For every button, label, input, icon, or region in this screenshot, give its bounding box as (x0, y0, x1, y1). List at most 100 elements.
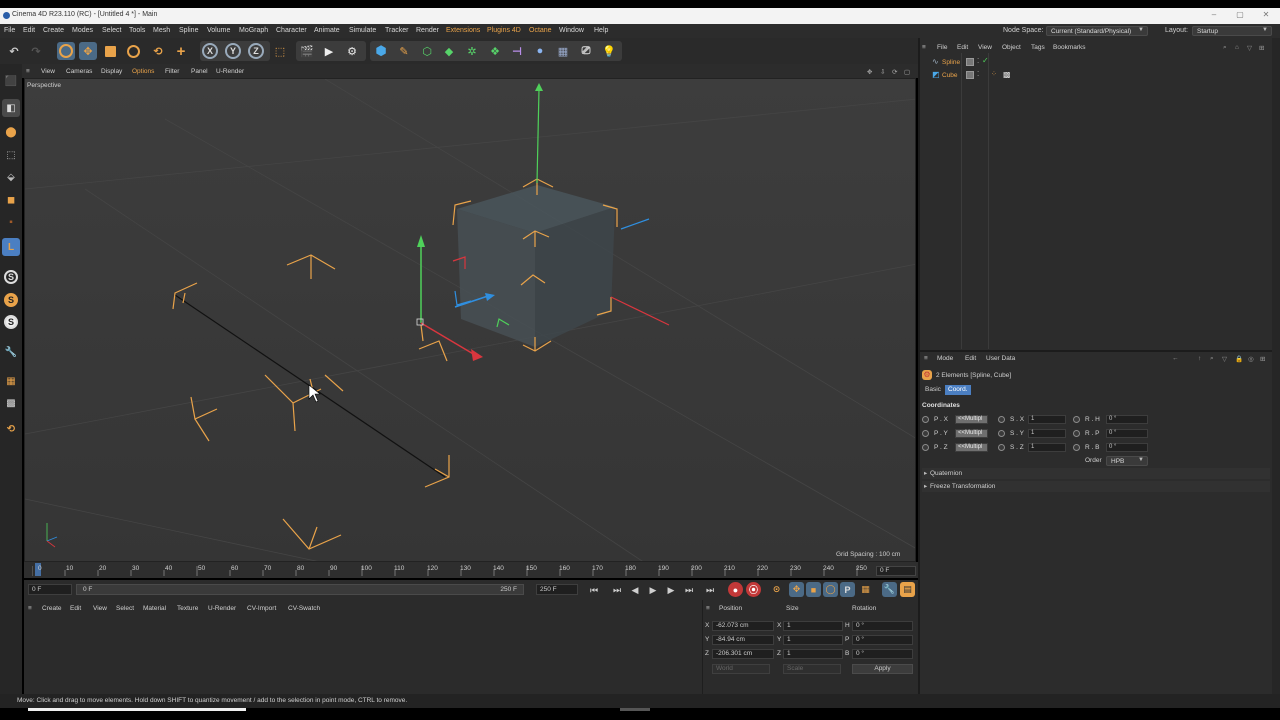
field-icon[interactable]: ● (531, 42, 549, 60)
hamburger-icon[interactable]: ≡ (26, 68, 30, 75)
menu-tools[interactable]: Tools (129, 27, 145, 34)
menu-simulate[interactable]: Simulate (349, 27, 376, 34)
next-key-icon[interactable]: ⏭ (682, 583, 696, 597)
object-menu-view[interactable]: View (978, 44, 992, 51)
record-active-objects-icon[interactable]: ● (728, 582, 743, 597)
tab-coord[interactable]: Coord. (945, 385, 971, 395)
floor-icon[interactable]: ▦ (554, 42, 572, 60)
hamburger-icon[interactable]: ≡ (924, 355, 928, 362)
r-b-field[interactable]: 0 ° (1106, 443, 1148, 452)
maximize-icon[interactable]: ▢ (1232, 10, 1248, 21)
rotation-order-dropdown[interactable]: HPB ▼ (1106, 456, 1148, 466)
animation-key-icon[interactable] (1073, 444, 1080, 451)
visibility-dots-icon[interactable]: ⁚ (977, 70, 979, 78)
viewport-dolly-icon[interactable]: ⇩ (880, 68, 885, 76)
attribute-menu-user-data[interactable]: User Data (986, 355, 1015, 362)
go-to-end-icon[interactable]: ⏭ (703, 583, 717, 597)
viewport-rotate-icon[interactable]: ⟳ (892, 68, 897, 76)
animation-key-icon[interactable] (998, 430, 1005, 437)
search-icon[interactable]: ⌕ (1210, 355, 1214, 363)
menu-mograph[interactable]: MoGraph (239, 27, 268, 34)
apply-button[interactable]: Apply (852, 664, 913, 674)
position-y-field[interactable]: -84.94 cm (712, 635, 774, 645)
viewport-menu-u-render[interactable]: U-Render (216, 68, 244, 75)
animation-key-icon[interactable] (1073, 416, 1080, 423)
s-x-field[interactable]: 1 (1028, 415, 1066, 424)
menu-create[interactable]: Create (43, 27, 64, 34)
menu-volume[interactable]: Volume (207, 27, 230, 34)
render-to-picture-viewer-button[interactable]: ▶ (320, 42, 338, 60)
material-menu-edit[interactable]: Edit (70, 605, 81, 612)
frame-range-slider[interactable]: 0 F 250 F (76, 584, 524, 595)
start-frame-field[interactable]: 0 F (28, 584, 72, 595)
settings-icon[interactable]: ◎ (1248, 355, 1254, 363)
go-to-start-icon[interactable]: ⏮ (587, 583, 601, 597)
points-mode-icon[interactable]: ⬚ (2, 146, 20, 164)
new-window-icon[interactable]: ⊞ (1259, 44, 1264, 52)
render-view-button[interactable]: 🎬 (298, 42, 316, 60)
attribute-menu-edit[interactable]: Edit (965, 355, 976, 362)
minimize-icon[interactable]: – (1206, 10, 1222, 21)
viewport-menu-options[interactable]: Options (132, 68, 154, 75)
rotation-h-field[interactable]: 0 ° (852, 621, 913, 631)
r-h-field[interactable]: 0 ° (1106, 415, 1148, 424)
hamburger-icon[interactable]: ≡ (706, 605, 710, 612)
menu-extensions[interactable]: Extensions (446, 27, 480, 34)
deformer-icon[interactable]: ⊣ (508, 42, 526, 60)
enable-axis-icon[interactable]: L (2, 238, 20, 256)
hamburger-icon[interactable]: ≡ (922, 44, 926, 51)
p-y-field[interactable]: <<Multipl (955, 429, 988, 438)
size-x-field[interactable]: 1 (783, 621, 843, 631)
keyframe-selection-icon[interactable]: ⊙ (769, 582, 784, 597)
p-x-field[interactable]: <<Multipl (955, 415, 988, 424)
viewport-pan-icon[interactable]: ✥ (867, 68, 872, 76)
size-y-field[interactable]: 1 (783, 635, 843, 645)
layout-dropdown[interactable]: Startup ▼ (1192, 26, 1272, 36)
lock-y-axis-button[interactable]: Y (224, 42, 242, 60)
object-menu-bookmarks[interactable]: Bookmarks (1053, 44, 1086, 51)
pen-spline-icon[interactable]: ✎ (395, 42, 413, 60)
position-x-field[interactable]: -62.073 cm (712, 621, 774, 631)
lock-x-axis-button[interactable]: X (201, 42, 219, 60)
material-menu-cv-swatch[interactable]: CV-Swatch (288, 605, 320, 612)
material-menu-create[interactable]: Create (42, 605, 62, 612)
rotation-p-field[interactable]: 0 ° (852, 635, 913, 645)
coordinate-system-button[interactable]: ⬚ (271, 42, 289, 60)
viewport-menu-panel[interactable]: Panel (191, 68, 208, 75)
redo-icon[interactable]: ↷ (27, 42, 45, 60)
timeline-window-icon[interactable]: ▤ (900, 582, 915, 597)
rotation-b-field[interactable]: 0 ° (852, 649, 913, 659)
filter-icon[interactable]: ▽ (1222, 355, 1227, 363)
texture-mode-icon[interactable]: ⬤ (2, 123, 20, 141)
previous-key-icon[interactable]: ⏭ (610, 583, 624, 597)
back-arrow-icon[interactable]: ← (1172, 355, 1179, 362)
menu-animate[interactable]: Animate (314, 27, 340, 34)
edges-mode-icon[interactable]: ⬙ (2, 168, 20, 186)
menu-tracker[interactable]: Tracker (385, 27, 408, 34)
snap-button-3[interactable]: S (2, 313, 20, 331)
menu-file[interactable]: File (4, 27, 15, 34)
layer-icon[interactable] (966, 58, 974, 66)
quaternion-section[interactable]: ▸ Quaternion (922, 468, 1270, 479)
scale-key-icon[interactable]: ■ (806, 582, 821, 597)
timeline-ruler[interactable] (24, 562, 918, 578)
menu-octane[interactable]: Octane (529, 27, 552, 34)
viewport-menu-cameras[interactable]: Cameras (66, 68, 92, 75)
animation-key-icon[interactable] (922, 444, 929, 451)
animation-key-icon[interactable] (922, 430, 929, 437)
rotation-key-icon[interactable]: ◯ (823, 582, 838, 597)
s-z-field[interactable]: 1 (1028, 443, 1066, 452)
object-menu-object[interactable]: Object (1002, 44, 1021, 51)
layer-icon[interactable] (966, 71, 974, 79)
material-menu-material[interactable]: Material (143, 605, 166, 612)
material-menu-view[interactable]: View (93, 605, 107, 612)
snap-button-2[interactable]: S (2, 291, 20, 309)
perspective-viewport[interactable] (24, 78, 916, 562)
node-space-dropdown[interactable]: Current (Standard/Physical) ▼ (1046, 26, 1148, 36)
animation-key-icon[interactable] (998, 444, 1005, 451)
polygons-mode-icon[interactable]: ◼ (2, 191, 20, 209)
menu-help[interactable]: Help (594, 27, 608, 34)
menu-character[interactable]: Character (276, 27, 307, 34)
render-settings-button[interactable]: ⚙ (343, 42, 361, 60)
search-icon[interactable]: ⌕ (1223, 44, 1227, 52)
